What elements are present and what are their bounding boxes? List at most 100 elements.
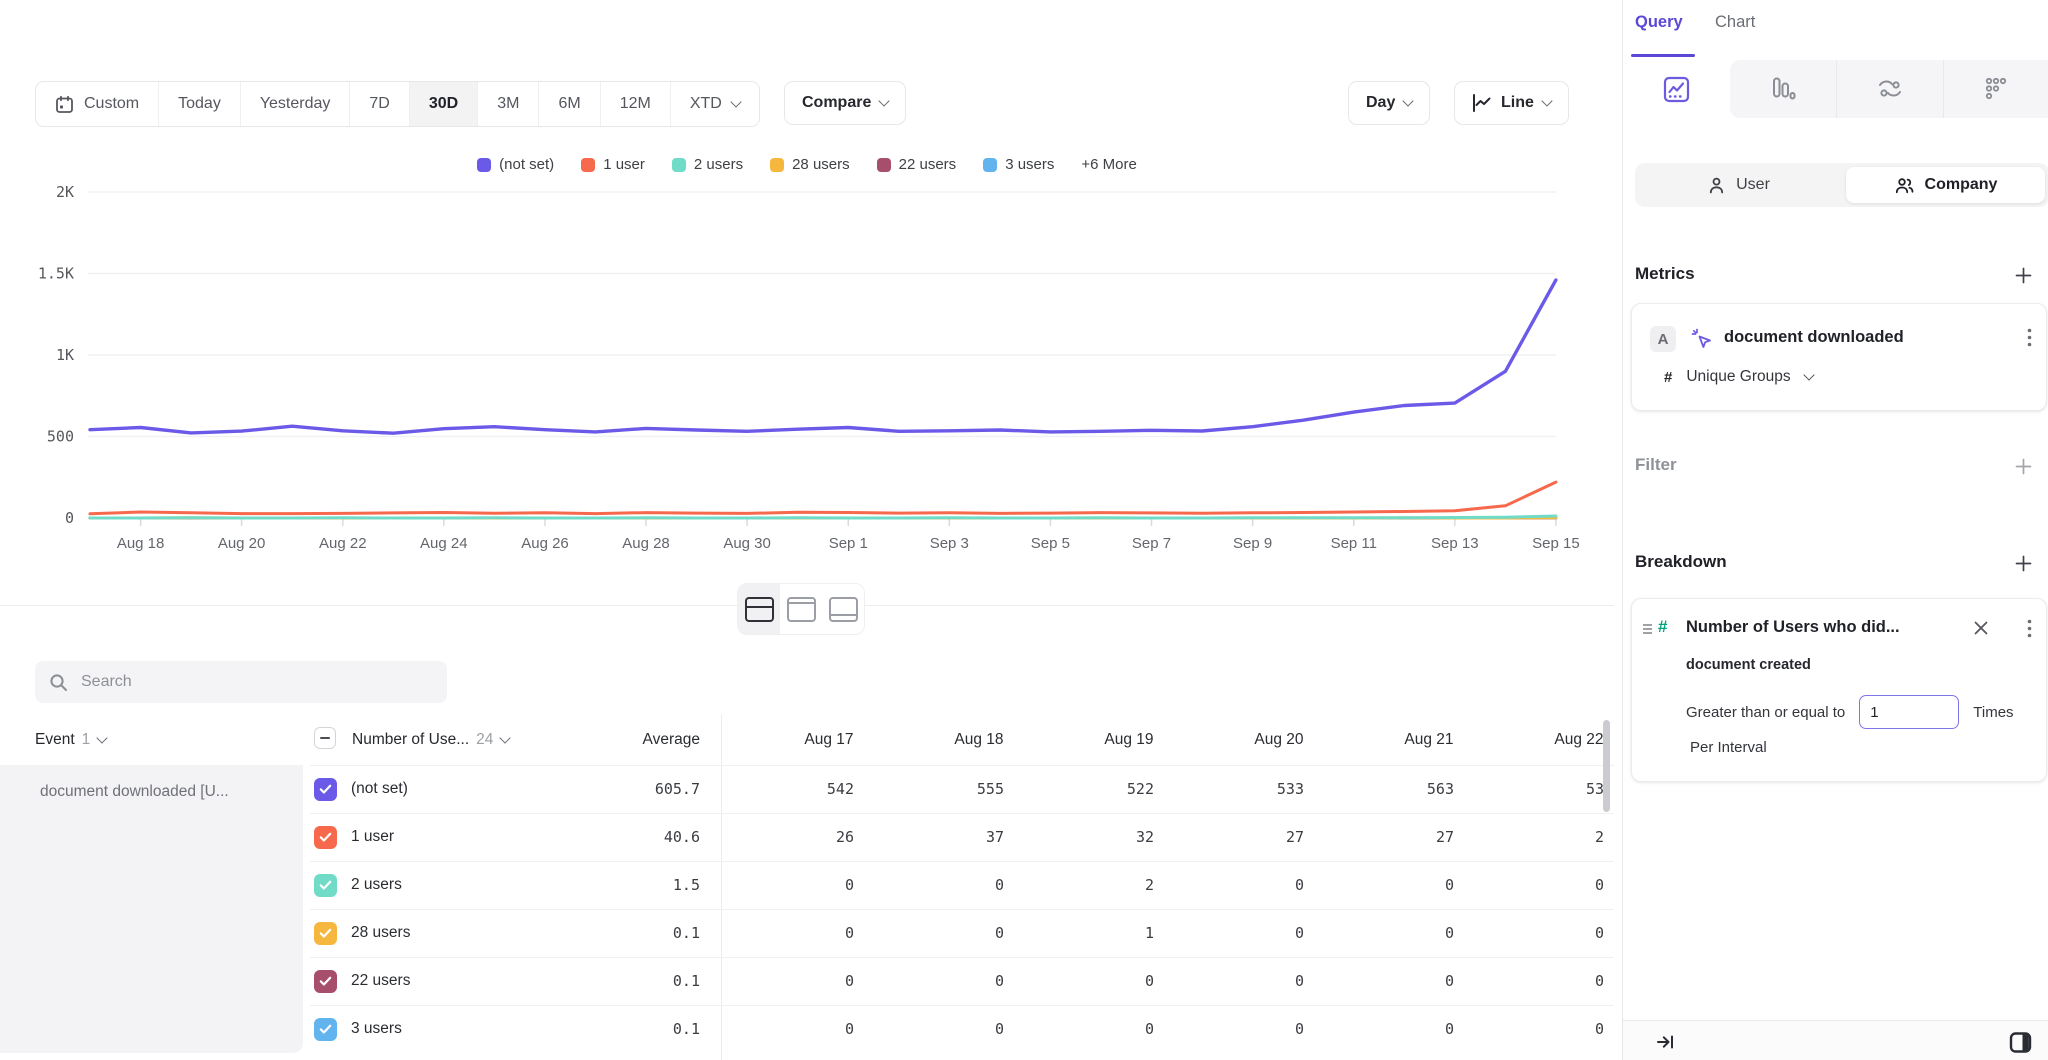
layout-top-panel-view-button[interactable] [780, 584, 822, 634]
analysis-main-area: CustomTodayYesterday 7D 30D 3M6M12MXTD Comp… [0, 0, 1614, 1060]
flow-chart-icon [1876, 77, 1904, 101]
interval-label: Day [1366, 94, 1395, 112]
table-vertical-scrollbar[interactable] [1603, 720, 1610, 812]
chart-type-line-chart-button[interactable] [1623, 60, 1730, 118]
row-label: 22 users [351, 957, 410, 1005]
row-average-value: 0.1 [550, 957, 700, 1005]
average-column-header: Average [550, 722, 700, 758]
layout-split-view-button[interactable] [738, 584, 780, 634]
breakdown-card: # Number of Users who did... document cr… [1631, 598, 2047, 782]
chart-type-dot-grid-button[interactable] [1943, 60, 2048, 118]
row-checkbox[interactable] [314, 874, 337, 897]
chart-type-bar-chart-button[interactable] [1730, 60, 1837, 118]
measure-selector[interactable]: # Unique Groups [1664, 368, 1813, 386]
bottom-panel-view-icon [829, 597, 858, 622]
svg-text:Sep 1: Sep 1 [829, 535, 868, 552]
range-3m[interactable]: 3M [477, 82, 538, 126]
row-cell-value: 542 [714, 765, 854, 813]
row-cell-value: 0 [1314, 861, 1454, 909]
entity-toggle: User Company [1635, 163, 2048, 207]
metric-kebab-menu[interactable] [2023, 324, 2036, 354]
row-cell-value: 37 [864, 813, 1004, 861]
top-panel-view-icon [787, 597, 816, 622]
event-column-header[interactable]: Event 1 [35, 722, 106, 758]
row-checkbox[interactable] [314, 778, 337, 801]
range-6m[interactable]: 6M [538, 82, 599, 126]
group-column-header[interactable]: Number of Use... 24 [352, 722, 509, 758]
interval-select[interactable]: Day [1348, 81, 1430, 125]
svg-text:Sep 7: Sep 7 [1132, 535, 1171, 552]
svg-text:Sep 9: Sep 9 [1233, 535, 1272, 552]
chart-type-label: Line [1501, 94, 1534, 112]
table-row: 28 users0.1001000 [0, 909, 1614, 957]
select-all-checkbox[interactable] [314, 727, 336, 749]
row-cell-value: 0 [1014, 1005, 1154, 1053]
event-header-label: Event [35, 731, 75, 749]
add-filter-button[interactable] [2010, 453, 2036, 479]
metric-badge: A [1650, 326, 1676, 352]
chart-type-flow-chart-button[interactable] [1836, 60, 1943, 118]
breakdown-title: Breakdown [1635, 552, 1727, 572]
row-checkbox[interactable] [314, 826, 337, 849]
row-cell-value: 0 [1464, 1005, 1604, 1053]
range-12m[interactable]: 12M [600, 82, 670, 126]
row-cell-value: 563 [1314, 765, 1454, 813]
date-column-header: Aug 19 [1054, 722, 1204, 758]
row-cell-value: 0 [1164, 1005, 1304, 1053]
row-cell-value: 53 [1464, 765, 1604, 813]
search-input[interactable] [79, 672, 433, 692]
bar-chart-icon [1770, 76, 1796, 102]
row-cell-value: 0 [714, 957, 854, 1005]
range-label: 30D [429, 95, 458, 113]
row-label: 3 users [351, 1005, 402, 1053]
collapse-panel-button[interactable] [1653, 1030, 1677, 1057]
entity-toggle-user[interactable]: User [1639, 167, 1838, 203]
svg-text:Aug 28: Aug 28 [622, 535, 670, 552]
metric-card[interactable]: A document downloaded # Unique Groups [1631, 303, 2047, 411]
range-xtd[interactable]: XTD [670, 82, 759, 126]
row-checkbox[interactable] [314, 970, 337, 993]
side-panel-toggle-icon[interactable] [2006, 1028, 2035, 1060]
row-cell-value: 0 [1314, 909, 1454, 957]
tab-chart[interactable]: Chart [1715, 13, 1755, 32]
table-row: 2 users1.5002000 [0, 861, 1614, 909]
svg-text:Sep 11: Sep 11 [1331, 535, 1377, 552]
chevron-down-icon [730, 96, 741, 107]
group-header-label: Number of Use... [352, 731, 469, 749]
breakdown-kebab-menu[interactable] [2023, 615, 2036, 645]
event-sparkle-icon [1690, 327, 1714, 351]
breakdown-event-name: document created [1686, 657, 1811, 673]
entity-user-label: User [1736, 176, 1770, 194]
compare-button[interactable]: Compare [784, 81, 906, 125]
chart-type-select[interactable]: Line [1454, 81, 1569, 125]
row-cell-value: 0 [1014, 957, 1154, 1005]
search-icon [49, 673, 68, 692]
add-metric-button[interactable] [2010, 262, 2036, 288]
row-cell-value: 32 [1014, 813, 1154, 861]
tab-query[interactable]: Query [1635, 13, 1683, 32]
range-today[interactable]: Today [158, 82, 240, 126]
remove-breakdown-button[interactable] [1970, 617, 1992, 642]
row-checkbox[interactable] [314, 922, 337, 945]
condition-value-input[interactable] [1859, 695, 1959, 729]
range-7d[interactable]: 7D [349, 82, 408, 126]
user-icon [1707, 176, 1726, 195]
row-average-value: 1.5 [550, 861, 700, 909]
table-row: 22 users0.1000000 [0, 957, 1614, 1005]
entity-toggle-company[interactable]: Company [1846, 167, 2045, 203]
row-cell-value: 533 [1164, 765, 1304, 813]
chevron-down-icon [879, 95, 890, 106]
layout-bottom-panel-view-button[interactable] [822, 584, 864, 634]
row-cell-value: 0 [1464, 957, 1604, 1005]
svg-text:Sep 3: Sep 3 [930, 535, 969, 552]
row-checkbox[interactable] [314, 1018, 337, 1041]
range-label: 7D [369, 95, 389, 113]
range-custom[interactable]: Custom [36, 82, 158, 126]
drag-handle-icon[interactable] [1640, 621, 1655, 637]
range-30d[interactable]: 30D [409, 82, 477, 126]
chevron-down-icon [1403, 95, 1414, 106]
add-breakdown-button[interactable] [2010, 550, 2036, 576]
range-yesterday[interactable]: Yesterday [240, 82, 350, 126]
date-column-header: Aug 17 [754, 722, 904, 758]
line-chart-icon [1472, 94, 1492, 112]
